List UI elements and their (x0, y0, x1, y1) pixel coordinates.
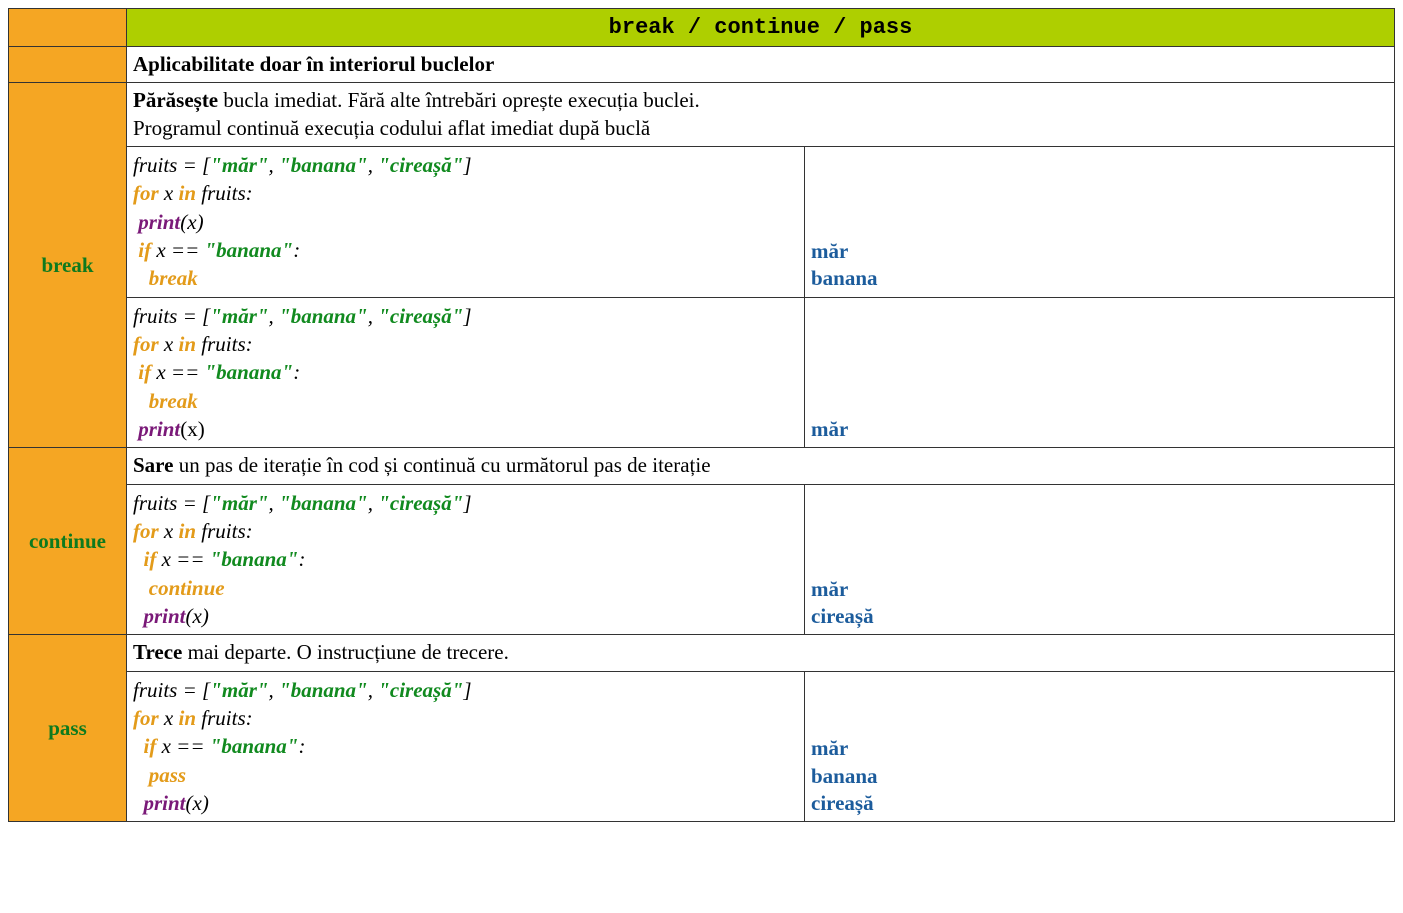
break-label: break (9, 83, 127, 448)
continue-desc-bold: Sare (133, 453, 173, 477)
break-code-1: fruits = ["măr", "banana", "cireașă"] fo… (127, 146, 805, 297)
reference-table: break / continue / pass Aplicabilitate d… (8, 8, 1395, 822)
continue-desc-rest: un pas de iterație în cod și continuă cu… (173, 453, 710, 477)
header-side-blank (9, 9, 127, 47)
pass-desc-rest: mai departe. O instrucțiune de trecere. (182, 640, 509, 664)
pass-output: măr banana cireașă (805, 671, 1395, 822)
pass-desc: Trece mai departe. O instrucțiune de tre… (127, 635, 1395, 671)
continue-label: continue (9, 448, 127, 635)
break-output-1: măr banana (805, 146, 1395, 297)
break-desc-line2: Programul continuă execuția codului afla… (133, 116, 650, 140)
pass-label: pass (9, 635, 127, 822)
continue-code: fruits = ["măr", "banana", "cireașă"] fo… (127, 484, 805, 635)
break-desc: Părăsește bucla imediat. Fără alte între… (127, 83, 1395, 147)
pass-desc-bold: Trece (133, 640, 182, 664)
intro-bold: Aplicabilitate doar în interiorul buclel… (133, 52, 494, 76)
break-desc-bold: Părăsește (133, 88, 218, 112)
intro-side-blank (9, 47, 127, 83)
continue-desc: Sare un pas de iterație în cod și contin… (127, 448, 1395, 484)
continue-output: măr cireașă (805, 484, 1395, 635)
pass-code: fruits = ["măr", "banana", "cireașă"] fo… (127, 671, 805, 822)
break-output-2: măr (805, 297, 1395, 448)
break-code-2: fruits = ["măr", "banana", "cireașă"] fo… (127, 297, 805, 448)
intro-text: Aplicabilitate doar în interiorul buclel… (127, 47, 1395, 83)
break-desc-rest: bucla imediat. Fără alte întrebări opreș… (218, 88, 700, 112)
header-title: break / continue / pass (127, 9, 1395, 47)
